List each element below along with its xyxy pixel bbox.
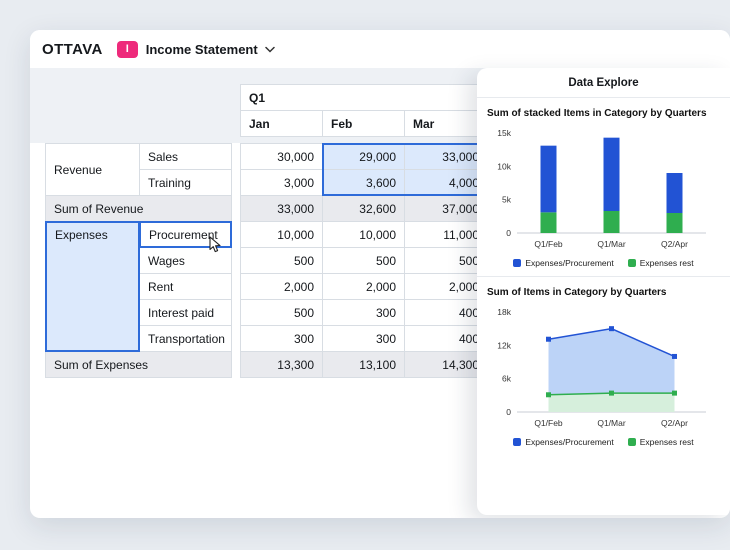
legend-item: Expenses/Procurement — [513, 258, 614, 268]
table-cell[interactable]: 37,000 — [404, 195, 488, 222]
svg-text:10k: 10k — [497, 161, 511, 171]
table-cell[interactable]: 500 — [404, 247, 488, 274]
doc-badge: I — [116, 40, 138, 58]
svg-text:5k: 5k — [502, 195, 512, 205]
legend-label: Expenses rest — [639, 258, 694, 268]
app-logo: OTTAVA — [42, 40, 103, 58]
legend-swatch-blue — [513, 259, 522, 267]
table-cell[interactable]: 400 — [404, 325, 488, 352]
month-header-feb[interactable]: Feb — [322, 110, 405, 137]
app-window: OTTAVA I Income Statement Q1 Jan Feb Mar… — [30, 30, 730, 518]
svg-text:Q1/Feb: Q1/Feb — [534, 418, 563, 428]
svg-text:0: 0 — [506, 407, 511, 417]
table-cell[interactable]: 11,000 — [404, 221, 488, 248]
table-cell[interactable]: 13,100 — [322, 351, 405, 378]
svg-text:15k: 15k — [497, 128, 511, 138]
stacked-bar-chart: 0 5k 10k 15k Q1/Feb Q1/Mar Q2/Apr — [497, 128, 706, 249]
item-cell-sales[interactable]: Sales — [139, 143, 232, 170]
table-cell[interactable]: 30,000 — [240, 143, 323, 170]
table-cell[interactable]: 2,000 — [404, 273, 488, 300]
stacked-bar-section: Sum of stacked Items in Category by Quar… — [477, 98, 730, 276]
table-cell[interactable]: 2,000 — [240, 273, 323, 300]
table-cell[interactable]: 13,300 — [240, 351, 323, 378]
table-cell[interactable]: 400 — [404, 299, 488, 326]
app-header: OTTAVA I Income Statement — [30, 30, 730, 68]
chart-title: Sum of stacked Items in Category by Quar… — [487, 108, 707, 119]
svg-text:18k: 18k — [497, 307, 511, 317]
cursor-icon — [209, 236, 222, 258]
table-cell[interactable]: 10,000 — [322, 221, 405, 248]
legend-item: Expenses rest — [627, 437, 694, 447]
data-explore-panel: Data Explore Sum of stacked Items in Cat… — [477, 68, 730, 515]
category-cell-revenue[interactable]: Revenue — [45, 143, 140, 196]
summary-cell-revenue[interactable]: Sum of Revenue — [45, 195, 232, 222]
svg-text:Q2/Apr: Q2/Apr — [661, 418, 688, 428]
table-cell[interactable]: 33,000 — [404, 143, 488, 170]
doc-title[interactable]: Income Statement — [146, 42, 258, 57]
svg-text:Q1/Mar: Q1/Mar — [597, 239, 626, 249]
area-chart-section: Sum of Items in Category by Quarters 0 6k… — [477, 276, 730, 455]
item-cell-transportation[interactable]: Transportation — [139, 325, 232, 352]
table-cell[interactable]: 300 — [322, 325, 405, 352]
table-cell[interactable]: 29,000 — [322, 143, 405, 170]
table-cell[interactable]: 300 — [240, 325, 323, 352]
svg-text:6k: 6k — [502, 374, 512, 384]
chart-legend: Expenses/Procurement Expenses rest — [487, 258, 720, 268]
table-cell[interactable]: 3,600 — [322, 169, 405, 196]
table-cell[interactable]: 500 — [240, 247, 323, 274]
item-cell-training[interactable]: Training — [139, 169, 232, 196]
svg-text:0: 0 — [506, 228, 511, 238]
svg-text:12k: 12k — [497, 340, 511, 350]
legend-label: Expenses/Procurement — [525, 258, 614, 268]
legend-label: Expenses rest — [639, 437, 694, 447]
table-cell[interactable]: 500 — [240, 299, 323, 326]
table-cell[interactable]: 14,300 — [404, 351, 488, 378]
table-cell[interactable]: 3,000 — [240, 169, 323, 196]
table-cell[interactable]: 300 — [322, 299, 405, 326]
svg-text:Q1/Feb: Q1/Feb — [534, 239, 563, 249]
chart-title: Sum of Items in Category by Quarters — [487, 287, 667, 298]
table-cell[interactable]: 32,600 — [322, 195, 405, 222]
legend-item: Expenses/Procurement — [513, 437, 614, 447]
item-cell-interest-paid[interactable]: Interest paid — [139, 299, 232, 326]
chart-legend: Expenses/Procurement Expenses rest — [487, 437, 720, 447]
panel-title: Data Explore — [477, 68, 730, 98]
chevron-down-icon[interactable] — [264, 46, 275, 53]
legend-swatch-green — [627, 259, 636, 267]
month-header-mar[interactable]: Mar — [404, 110, 488, 137]
quarter-header-q1[interactable]: Q1 — [240, 84, 488, 111]
table-cell[interactable]: 33,000 — [240, 195, 323, 222]
svg-text:Q2/Apr: Q2/Apr — [661, 239, 688, 249]
category-cell-expenses[interactable]: Expenses — [45, 221, 140, 352]
legend-swatch-blue — [513, 438, 522, 446]
legend-swatch-green — [627, 438, 636, 446]
table-cell[interactable]: 4,000 — [404, 169, 488, 196]
item-cell-rent[interactable]: Rent — [139, 273, 232, 300]
legend-label: Expenses/Procurement — [525, 437, 614, 447]
area-chart: 0 6k 12k 18k Q1/Feb Q1/Mar Q2/Apr — [497, 307, 706, 428]
table-cell[interactable]: 10,000 — [240, 221, 323, 248]
legend-item: Expenses rest — [627, 258, 694, 268]
svg-text:Q1/Mar: Q1/Mar — [597, 418, 626, 428]
summary-cell-expenses[interactable]: Sum of Expenses — [45, 351, 232, 378]
table-cell[interactable]: 2,000 — [322, 273, 405, 300]
table-cell[interactable]: 500 — [322, 247, 405, 274]
month-header-jan[interactable]: Jan — [240, 110, 323, 137]
